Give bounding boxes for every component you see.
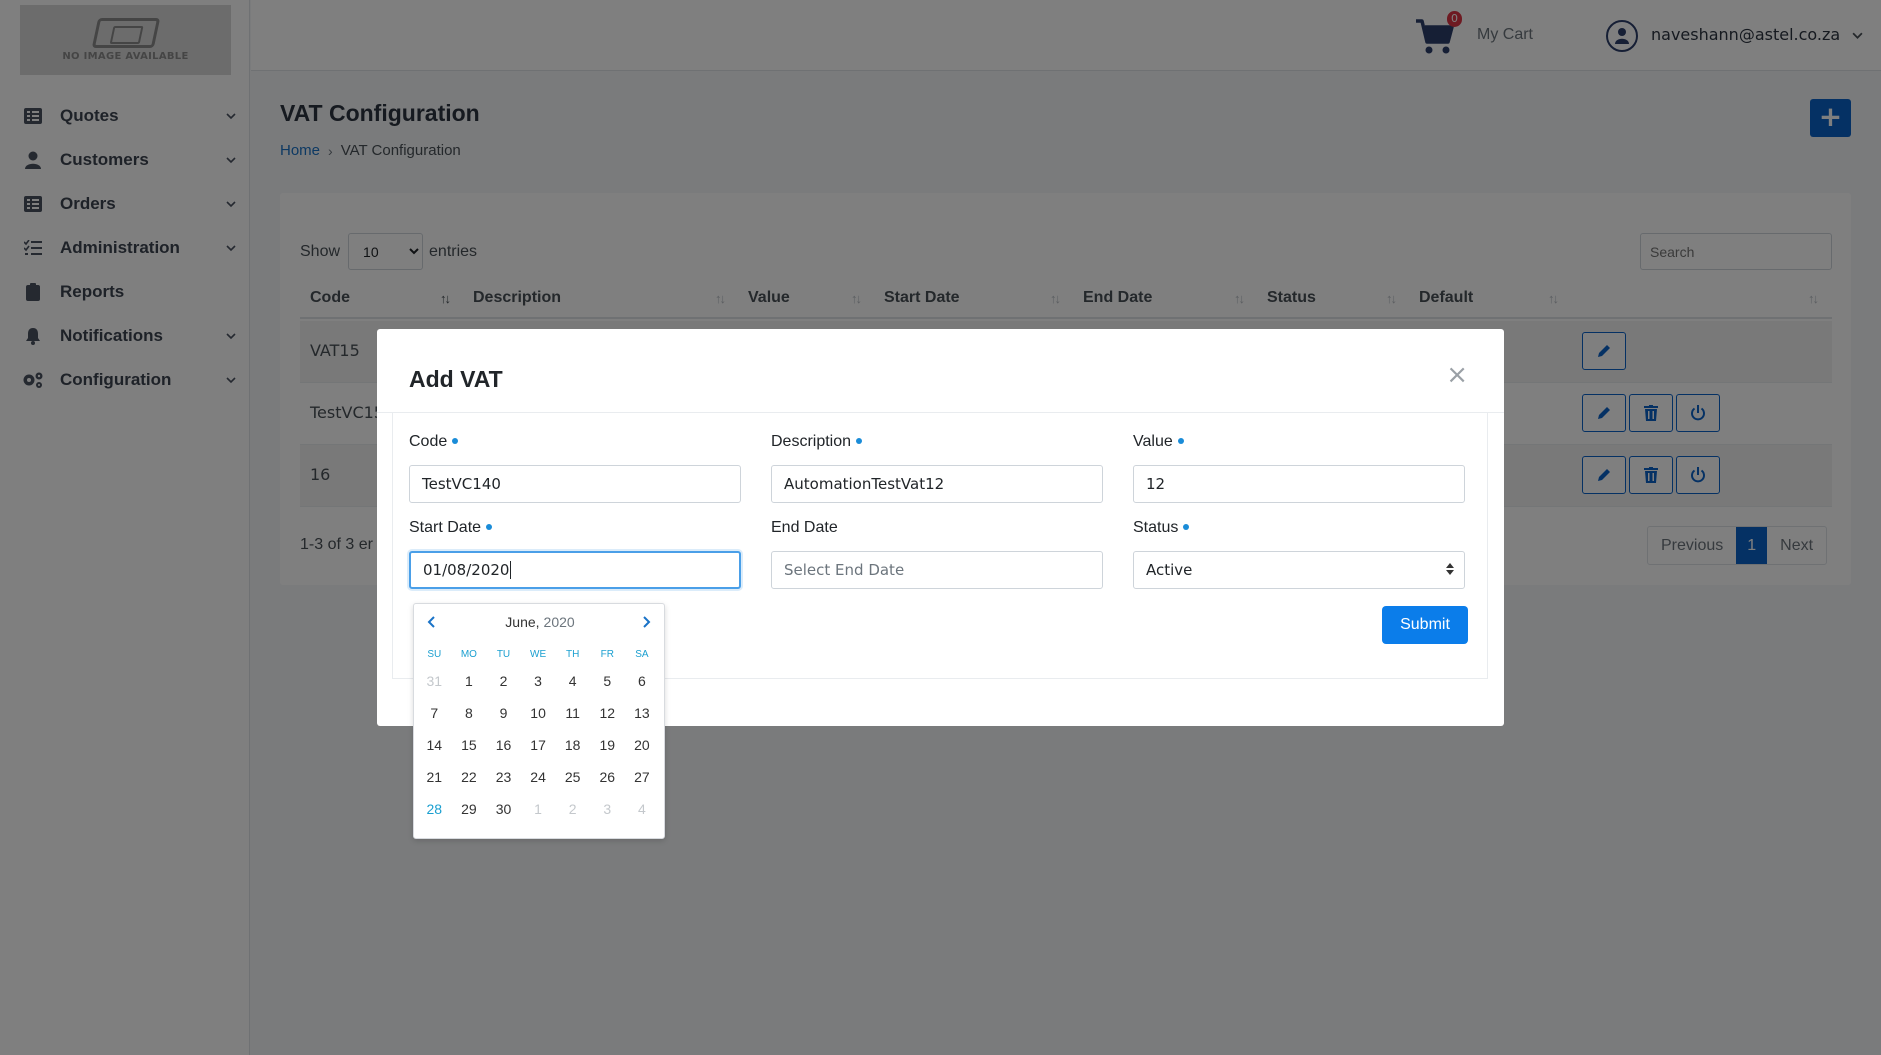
datepicker-month: June,	[505, 614, 540, 630]
datepicker-day[interactable]: 2	[555, 796, 590, 828]
datepicker-day[interactable]: 14	[417, 732, 452, 764]
datepicker-day[interactable]: 25	[555, 764, 590, 796]
required-indicator	[452, 437, 459, 444]
datepicker-day[interactable]: 11	[555, 700, 590, 732]
datepicker-day[interactable]: 5	[590, 668, 625, 700]
select-arrows-icon	[1446, 563, 1454, 575]
datepicker-day[interactable]: 29	[452, 796, 487, 828]
datepicker-grid: SU MO TU WE TH FR SA 31 1 2 3 4 5 6 7 8 9 10 11 12 13 14 15 16 1…	[417, 642, 661, 828]
weekday-header: SU	[427, 649, 442, 660]
datepicker-day[interactable]: 15	[452, 732, 487, 764]
datepicker-day[interactable]: 12	[590, 700, 625, 732]
datepicker: June, 2020 SU MO TU WE TH FR SA 31 1 2 3 4 5 6 7 8 9 10 11…	[413, 603, 665, 839]
datepicker-day[interactable]: 31	[417, 668, 452, 700]
description-label: Description	[771, 433, 863, 451]
datepicker-day[interactable]: 16	[486, 732, 521, 764]
datepicker-day[interactable]: 1	[452, 668, 487, 700]
datepicker-day[interactable]: 18	[555, 732, 590, 764]
datepicker-day[interactable]: 2	[486, 668, 521, 700]
datepicker-day[interactable]: 20	[625, 732, 660, 764]
datepicker-day[interactable]: 23	[486, 764, 521, 796]
weekday-header: MO	[460, 649, 477, 660]
datepicker-day[interactable]: 27	[625, 764, 660, 796]
code-field[interactable]: TestVC140	[409, 465, 741, 503]
value-label: Value	[1133, 433, 1184, 451]
datepicker-day[interactable]: 17	[521, 732, 556, 764]
datepicker-day[interactable]: 4	[555, 668, 590, 700]
datepicker-day[interactable]: 22	[452, 764, 487, 796]
datepicker-day[interactable]: 26	[590, 764, 625, 796]
code-label: Code	[409, 433, 459, 451]
datepicker-year: 2020	[543, 614, 575, 630]
required-indicator	[1177, 437, 1184, 444]
datepicker-day[interactable]: 1	[521, 796, 556, 828]
value-field[interactable]: 12	[1133, 465, 1465, 503]
datepicker-day[interactable]: 19	[590, 732, 625, 764]
weekday-header: TU	[496, 649, 511, 660]
start-date-label: Start Date	[409, 519, 493, 537]
weekday-header: TH	[566, 649, 580, 660]
datepicker-day[interactable]: 10	[521, 700, 556, 732]
chevron-right-icon[interactable]	[639, 614, 655, 630]
datepicker-day[interactable]: 30	[486, 796, 521, 828]
datepicker-day[interactable]: 9	[486, 700, 521, 732]
description-field[interactable]: AutomationTestVat12	[771, 465, 1103, 503]
submit-button[interactable]: Submit	[1382, 606, 1468, 644]
required-indicator	[856, 437, 863, 444]
end-date-label: End Date	[771, 519, 838, 536]
end-date-field[interactable]: Select End Date	[771, 551, 1103, 589]
datepicker-day[interactable]: 21	[417, 764, 452, 796]
close-icon[interactable]: ×	[1446, 362, 1468, 388]
status-label: Status	[1133, 519, 1190, 537]
datepicker-day[interactable]: 3	[521, 668, 556, 700]
datepicker-day[interactable]: 28	[417, 796, 452, 828]
weekday-header: WE	[530, 649, 547, 660]
datepicker-day[interactable]: 6	[625, 668, 660, 700]
datepicker-day[interactable]: 24	[521, 764, 556, 796]
datepicker-month-label[interactable]: June, 2020	[414, 604, 666, 640]
weekday-header: SA	[635, 649, 649, 660]
required-indicator	[1183, 523, 1190, 530]
datepicker-day[interactable]: 7	[417, 700, 452, 732]
weekday-header: FR	[600, 649, 614, 660]
start-date-field[interactable]: 01/08/2020	[409, 551, 741, 589]
datepicker-day[interactable]: 3	[590, 796, 625, 828]
required-indicator	[486, 523, 493, 530]
text-caret	[510, 561, 512, 579]
modal-title: Add VAT	[409, 366, 503, 392]
datepicker-day[interactable]: 13	[625, 700, 660, 732]
datepicker-day[interactable]: 8	[452, 700, 487, 732]
status-select[interactable]: Active	[1133, 551, 1465, 589]
datepicker-day[interactable]: 4	[625, 796, 660, 828]
